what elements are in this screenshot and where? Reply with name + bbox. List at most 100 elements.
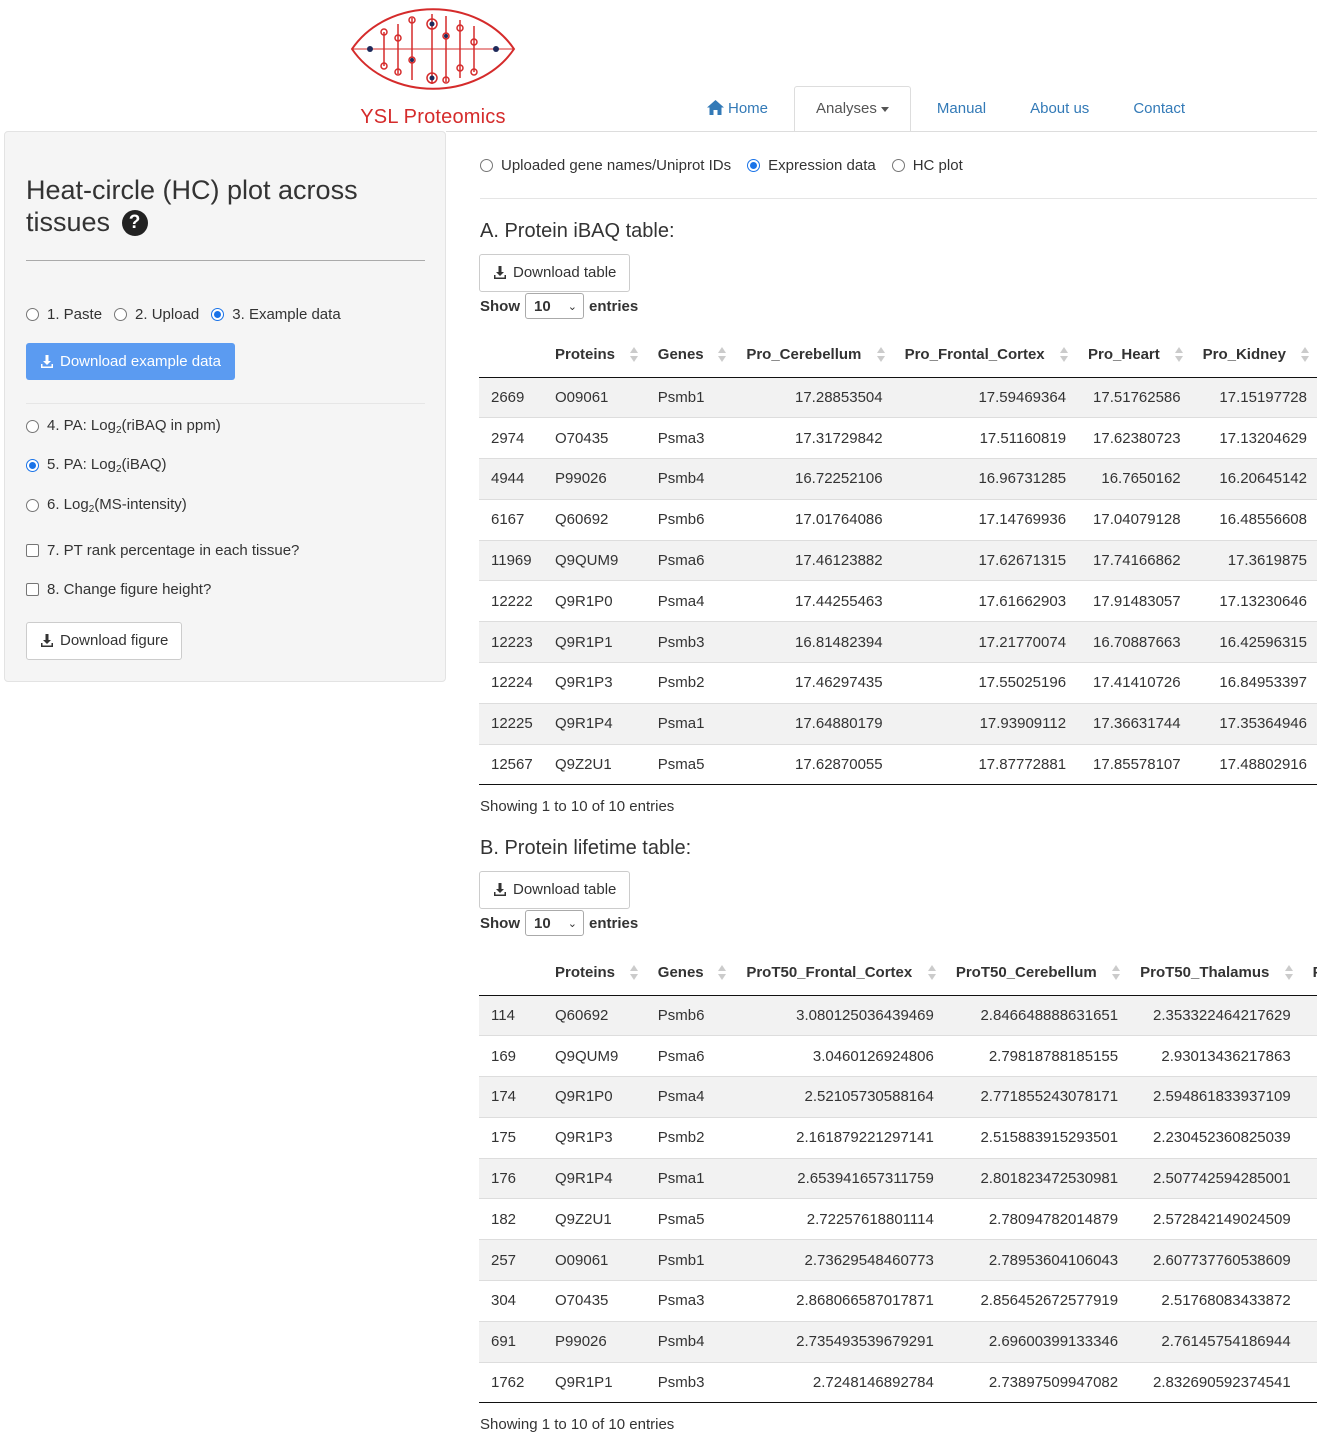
table-row[interactable]: 1762 Q9R1P1 Psmb3 2.7248146892784 2.73897509… (479, 1361, 1317, 1404)
sort-icon[interactable] (876, 347, 885, 363)
ysl-logo[interactable]: YSL Proteomics (348, 2, 518, 130)
nav-analyses-dropdown[interactable]: Analyses (794, 86, 911, 132)
nav-manual[interactable]: Manual (915, 86, 1008, 132)
row-index-cell: 169 (479, 1035, 543, 1077)
sort-icon[interactable] (927, 965, 936, 981)
sort-icon[interactable] (629, 965, 638, 981)
sidebar-divider-light (26, 403, 425, 404)
checkbox-figure-height[interactable]: 8. Change figure height? (26, 581, 211, 598)
radio-example-data[interactable]: 3. Example data (211, 306, 341, 323)
column-header[interactable]: Pro_Frontal_Cortex (892, 333, 1077, 378)
table-row[interactable]: 6167 Q60692 Psmb6 17.01764086 17.14769936 17.… (479, 498, 1317, 541)
radio-expression-data[interactable]: Expression data (747, 157, 876, 174)
gene-cell: Psma3 (645, 1280, 735, 1322)
sort-icon[interactable] (1174, 347, 1183, 363)
table-row[interactable]: 691 P99026 Psmb4 2.735493539679291 2.6960039… (479, 1320, 1317, 1363)
column-header[interactable]: Pr (1300, 951, 1317, 996)
table-row[interactable]: 12567 Q9Z2U1 Psma5 17.62870055 17.87772881 17… (479, 743, 1317, 786)
table-row[interactable]: 176 Q9R1P4 Psma1 2.653941657311759 2.8018234… (479, 1157, 1317, 1199)
radio-upload[interactable]: 2. Upload (114, 306, 199, 323)
protein-cell: Q9QUM9 (543, 1035, 646, 1077)
value-cell: 17.61662903 (892, 580, 1077, 622)
nav-home-label: Home (728, 100, 769, 117)
radio-button[interactable] (26, 308, 39, 321)
protein-lifetime-table: Proteins Genes ProT50_Frontal_Cortex ProT50… (479, 951, 1317, 1404)
download-example-label: Download example data (60, 353, 221, 370)
column-header[interactable]: Proteins (543, 333, 646, 378)
sort-icon[interactable] (718, 347, 727, 363)
sidebar-panel: Heat-circle (HC) plot across tissues ? 1… (4, 131, 446, 682)
sort-icon[interactable] (629, 347, 638, 363)
checkbox-rank-percentage[interactable]: 7. PT rank percentage in each tissue? (26, 542, 299, 559)
radio-uploaded-ids[interactable]: Uploaded gene names/Uniprot IDs (480, 157, 731, 174)
table-row[interactable]: 4944 P99026 Psmb4 16.72252106 16.96731285 16.… (479, 458, 1317, 500)
table-row[interactable]: 257 O09061 Psmb1 2.73629548460773 2.78953604… (479, 1239, 1317, 1281)
checkbox[interactable] (26, 583, 39, 596)
table-row[interactable]: 12225 Q9R1P4 Psma1 17.64880179 17.93909112 17… (479, 702, 1317, 745)
column-header[interactable]: ProT50_Frontal_Cortex (734, 951, 944, 996)
sort-icon[interactable] (1112, 965, 1121, 981)
column-header[interactable]: Pro_Kidney (1190, 333, 1317, 378)
table-row[interactable]: 182 Q9Z2U1 Psma5 2.72257618801114 2.78094782… (479, 1198, 1317, 1240)
radio-button-checked[interactable] (747, 159, 761, 172)
table-row[interactable]: 2669 O09061 Psmb1 17.28853504 17.59469364 17.… (479, 376, 1317, 418)
sort-icon[interactable] (718, 965, 727, 981)
table-row[interactable]: 175 Q9R1P3 Psmb2 2.161879221297141 2.5158839… (479, 1116, 1317, 1159)
sort-icon[interactable] (1301, 347, 1309, 363)
download-icon (41, 354, 53, 368)
radio-ms-intensity[interactable]: 6. Log2(MS-intensity) (26, 496, 187, 515)
sort-icon[interactable] (1060, 347, 1069, 363)
sort-icon[interactable] (1284, 965, 1293, 981)
checkbox[interactable] (26, 544, 39, 557)
table-row[interactable]: 169 Q9QUM9 Psma6 3.0460126924806 2.798187881… (479, 1035, 1317, 1077)
column-header[interactable]: Pro_Heart (1076, 333, 1191, 378)
column-header[interactable]: Proteins (543, 951, 646, 996)
radio-button[interactable] (114, 308, 128, 321)
radio-button[interactable] (480, 159, 493, 172)
table-row[interactable]: 11969 Q9QUM9 Psma6 17.46123882 17.62671315 17… (479, 539, 1317, 581)
download-example-data-button[interactable]: Download example data (26, 343, 235, 380)
page-size-select[interactable]: 10 ⌄ (525, 293, 584, 319)
nav-about-us[interactable]: About us (1008, 86, 1111, 132)
row-index-cell: 175 (479, 1116, 543, 1159)
value-cell: 2.52105730588164 (734, 1076, 944, 1118)
table-row[interactable]: 304 O70435 Psma3 2.868066587017871 2.8564526… (479, 1280, 1317, 1322)
download-table-a-button[interactable]: Download table (479, 254, 631, 292)
download-table-b-button[interactable]: Download table (479, 871, 631, 909)
download-figure-button[interactable]: Download figure (26, 622, 183, 660)
gene-cell: Psmb3 (645, 1361, 735, 1404)
table-row[interactable]: 12224 Q9R1P3 Psmb2 17.46297435 17.55025196 17… (479, 662, 1317, 704)
nav-home[interactable]: Home (685, 86, 790, 132)
table-row[interactable]: 12222 Q9R1P0 Psma4 17.44255463 17.61662903 17… (479, 580, 1317, 622)
value-cell: 2.735493539679291 (734, 1320, 944, 1363)
value-cell: 16.42596315 (1190, 621, 1317, 663)
table-row[interactable]: 174 Q9R1P0 Psma4 2.52105730588164 2.77185524… (479, 1076, 1317, 1118)
page-size-select[interactable]: 10 ⌄ (525, 910, 584, 936)
value-cell: 2 (1300, 1157, 1317, 1199)
radio-iBAQ[interactable]: 5. PA: Log2(iBAQ) (26, 456, 167, 475)
table-row[interactable]: 2974 O70435 Psma3 17.31729842 17.51160819 17.… (479, 417, 1317, 459)
value-cell: 2 (1300, 1280, 1317, 1322)
radio-hc-plot[interactable]: HC plot (891, 157, 963, 174)
table-row[interactable]: 114 Q60692 Psmb6 3.080125036439469 2.8466488… (479, 994, 1317, 1036)
radio-paste[interactable]: 1. Paste (26, 306, 102, 323)
show-label: Show (480, 914, 520, 932)
column-header[interactable]: Genes (645, 951, 735, 996)
column-header[interactable]: Genes (645, 333, 735, 378)
radio-button[interactable] (26, 420, 39, 433)
column-header[interactable]: ProT50_Thalamus (1128, 951, 1301, 996)
nav-contact[interactable]: Contact (1111, 86, 1207, 132)
radio-riBAQ[interactable]: 4. PA: Log2(riBAQ in ppm) (26, 417, 221, 436)
column-header[interactable]: ProT50_Cerebellum (943, 951, 1129, 996)
help-icon[interactable]: ? (121, 210, 148, 236)
radio-button[interactable] (891, 159, 905, 172)
value-cell: 17.13204629 (1190, 417, 1317, 459)
table-row[interactable]: 12223 Q9R1P1 Psmb3 16.81482394 17.21770074 16… (479, 621, 1317, 663)
table-a-length-control: Show 10 ⌄ entries (480, 293, 638, 319)
row-index-cell: 691 (479, 1320, 543, 1363)
radio-button-checked[interactable] (211, 308, 225, 321)
radio-button-checked[interactable] (26, 459, 39, 472)
radio-button[interactable] (26, 499, 39, 512)
column-header[interactable]: Pro_Cerebellum (734, 333, 893, 378)
gene-cell: Psma6 (645, 1035, 735, 1077)
